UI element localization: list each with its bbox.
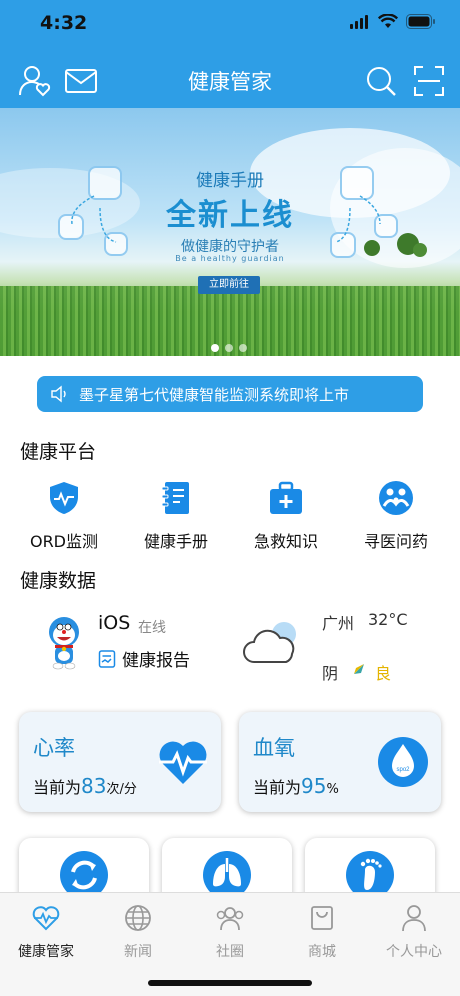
globe-icon [125,905,151,931]
platform-item-label: 健康手册 [143,532,208,551]
platform-item-label: 急救知识 [253,532,318,551]
heart-rate-title: 心率 [33,736,75,760]
shopping-bag-icon [311,906,333,930]
notebook-icon [161,482,189,514]
blood-oxygen-card[interactable]: 血氧 当前为95% spo2 [239,712,441,812]
tab-news[interactable]: 新闻 [92,903,184,961]
family-care-icon [379,481,413,515]
tab-mall[interactable]: 商城 [276,903,368,961]
weather-condition: 阴 [322,664,339,683]
banner-subtitle: 健康手册 [196,171,264,191]
search-icon[interactable] [364,64,398,98]
device-name: iOS [98,612,131,634]
banner-carousel[interactable]: 健康手册 全新上线 做健康的守护者 Be a healthy guardian … [0,108,460,356]
speaker-icon [51,385,66,403]
status-time: 4:32 [40,12,88,34]
tab-circle[interactable]: 社圈 [184,903,276,961]
platform-item-doctor[interactable]: 寻医问药 [346,480,446,552]
carousel-dots[interactable] [211,344,247,352]
wifi-icon [378,14,398,28]
tab-label: 社圈 [216,944,244,960]
blood-oxygen-title: 血氧 [253,736,295,760]
heart-rate-unit: 次/分 [106,782,137,797]
cloudy-icon [243,622,296,663]
air-quality: 良 [375,664,392,683]
status-bar: 4:32 [0,0,460,48]
spo2-label: spo2 [396,767,410,773]
shield-pulse-icon [50,482,78,514]
report-icon [98,649,116,668]
banner-tagline-en: Be a healthy guardian [175,254,285,263]
weather-city: 广州 [322,614,355,633]
person-icon [402,905,426,932]
tab-health[interactable]: 健康管家 [0,903,92,961]
blood-oxygen-value: 当前为95% [253,774,339,798]
tab-label: 个人中心 [386,944,442,960]
battery-icon [406,14,435,29]
spo2-drop-icon: spo2 [378,737,428,787]
heart-rate-icon [159,741,207,784]
tab-label: 健康管家 [18,944,74,960]
carousel-dot[interactable] [239,344,247,352]
value-prefix: 当前为 [33,778,82,797]
platform-item-ord[interactable]: ORD监测 [14,480,114,552]
notice-text: 墨子星第七代健康智能监测系统即将上市 [79,385,350,404]
weather-temperature: 32°C [368,610,408,629]
heart-pulse-tab-icon [32,906,60,931]
first-aid-kit-icon [270,481,302,514]
heart-rate-card[interactable]: 心率 当前为83次/分 [19,712,221,812]
home-indicator[interactable] [148,980,312,986]
heart-rate-number: 83 [81,774,107,798]
heart-rate-value: 当前为83次/分 [33,774,137,798]
blood-oxygen-unit: % [326,782,339,797]
carousel-dot[interactable] [211,344,219,352]
group-icon [216,907,244,931]
scan-icon[interactable] [412,64,446,98]
platform-item-label: 寻医问药 [363,532,428,551]
tab-label: 商城 [308,944,336,960]
carousel-dot[interactable] [225,344,233,352]
blood-oxygen-number: 95 [301,774,327,798]
platform-item-first-aid[interactable]: 急救知识 [236,480,336,552]
section-title-health-data: 健康数据 [20,570,97,592]
leaf-icon [354,664,364,674]
health-report-label: 健康报告 [122,651,190,671]
signal-icon [350,14,368,29]
nav-bar: 健康管家 [0,52,460,108]
device-status: 在线 [138,620,166,636]
top-bar: 4:32 健康管家 [0,0,460,108]
banner-tagline: 做健康的守护者 [181,239,279,255]
banner-go-button[interactable]: 立即前往 [198,276,260,294]
notice-bar[interactable]: 墨子星第七代健康智能监测系统即将上市 [37,376,423,412]
section-title-platform: 健康平台 [20,441,97,463]
status-icons [350,14,436,29]
value-prefix: 当前为 [253,778,302,797]
banner-headline: 全新上线 [166,198,294,233]
tab-label: 新闻 [124,944,152,960]
platform-item-label: ORD监测 [29,532,99,551]
tab-profile[interactable]: 个人中心 [368,903,460,961]
platform-item-handbook[interactable]: 健康手册 [126,480,226,552]
health-report-link[interactable]: 健康报告 [98,646,190,671]
avatar[interactable] [38,614,90,674]
